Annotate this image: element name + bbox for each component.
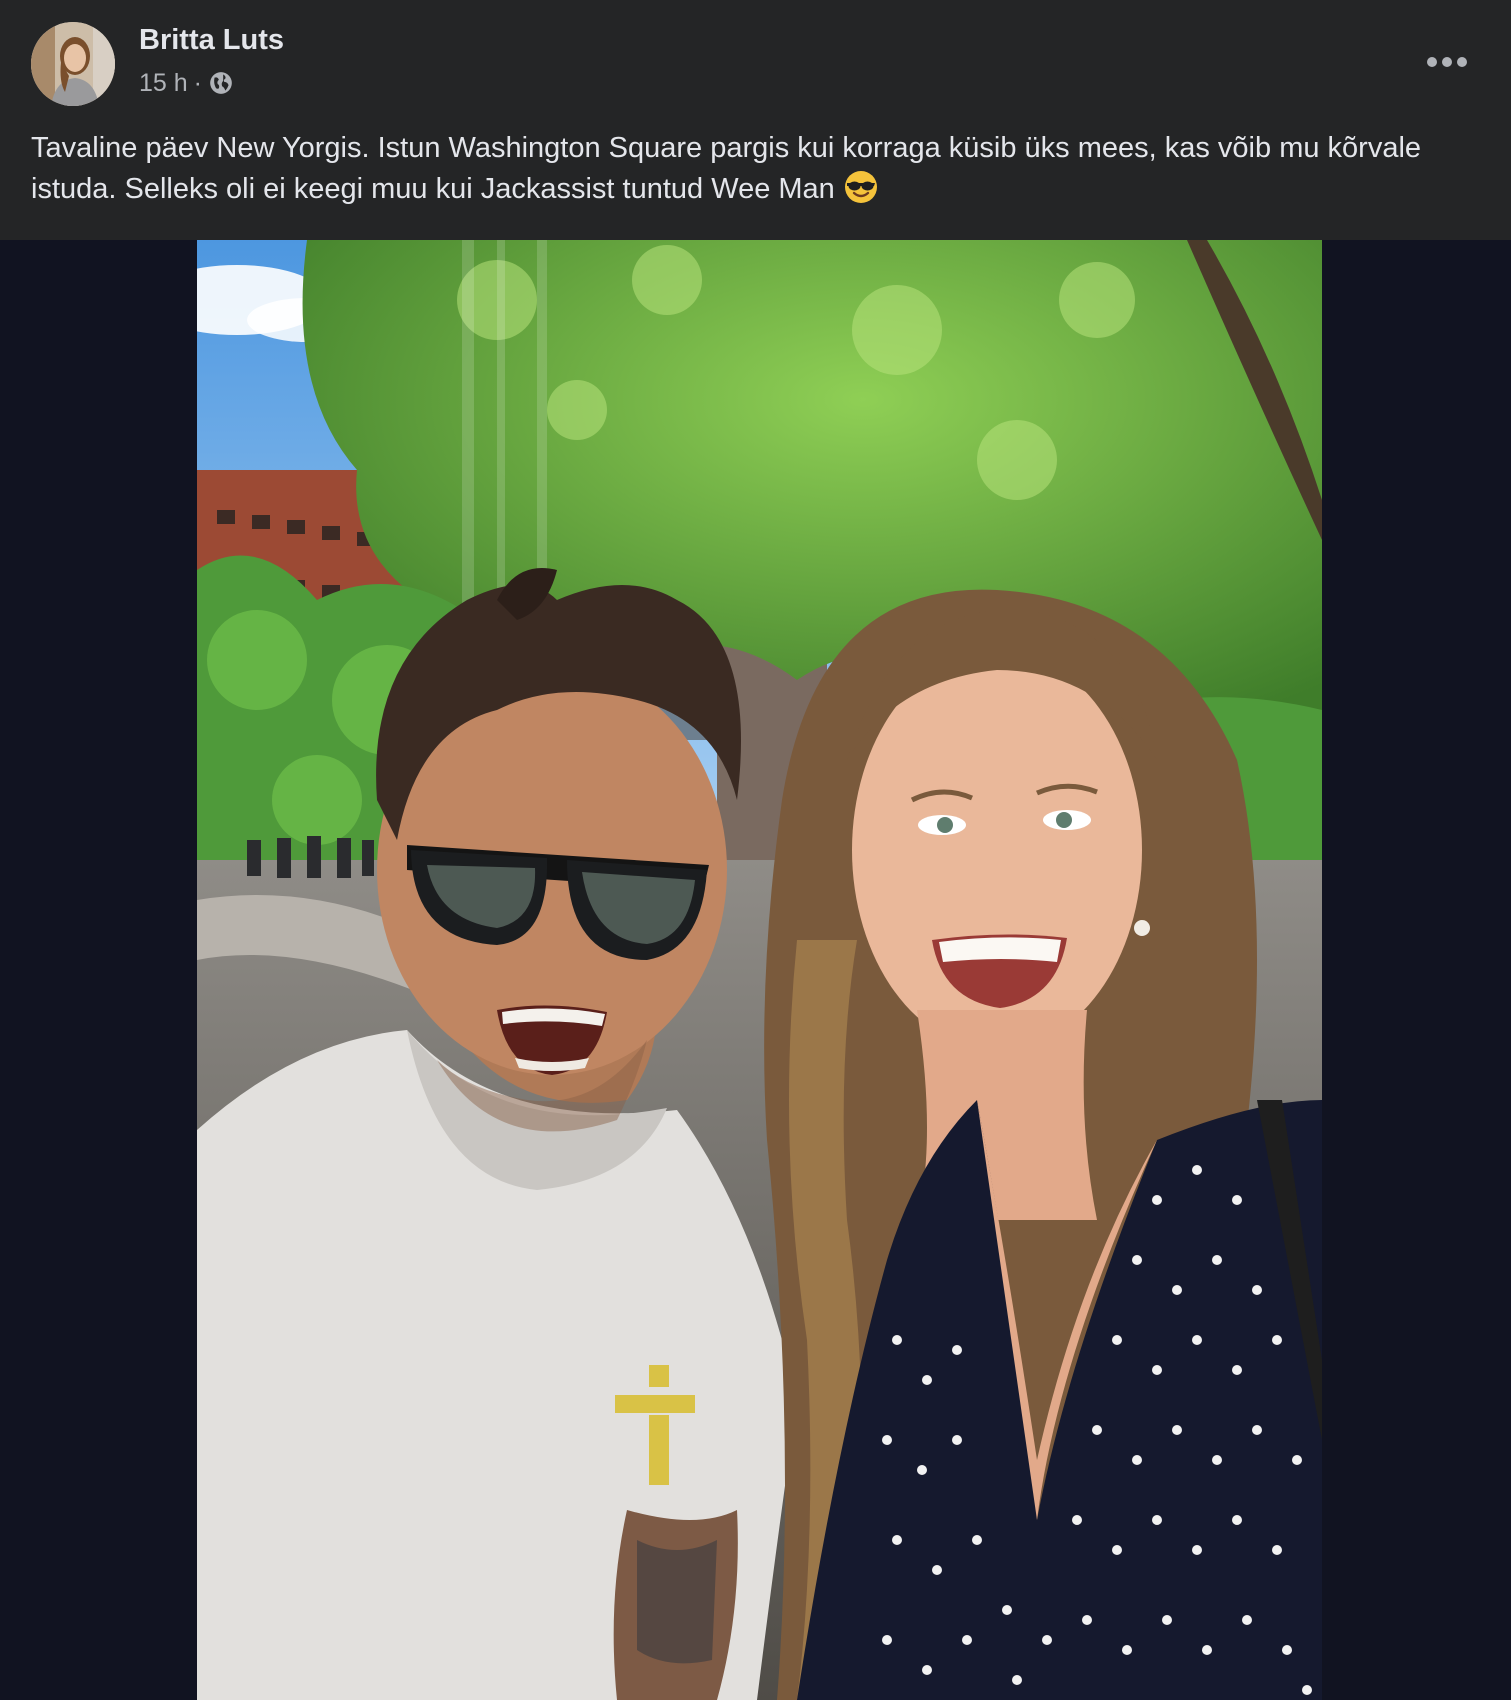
avatar-image [31,22,115,106]
globe-icon[interactable] [208,70,234,96]
post-photo[interactable] [197,240,1322,1700]
post-header: Britta Luts 15 h · Tavaline päev New Yor… [0,0,1511,240]
post-text: Tavaline päev New Yorgis. Istun Washingt… [31,128,1471,210]
smiling-face-with-sunglasses-icon [843,169,879,205]
post-text-content: Tavaline päev New Yorgis. Istun Washingt… [31,132,1422,205]
post-timestamp[interactable]: 15 h [139,69,188,98]
more-options-icon [1427,57,1467,67]
more-options-button[interactable] [1421,44,1473,80]
post-meta: 15 h · [139,66,234,100]
author-name[interactable]: Britta Luts [139,24,284,57]
meta-separator: · [193,68,202,97]
avatar[interactable] [31,22,115,106]
post-container: Britta Luts 15 h · Tavaline päev New Yor… [0,0,1511,1700]
photo-image [197,240,1322,1700]
